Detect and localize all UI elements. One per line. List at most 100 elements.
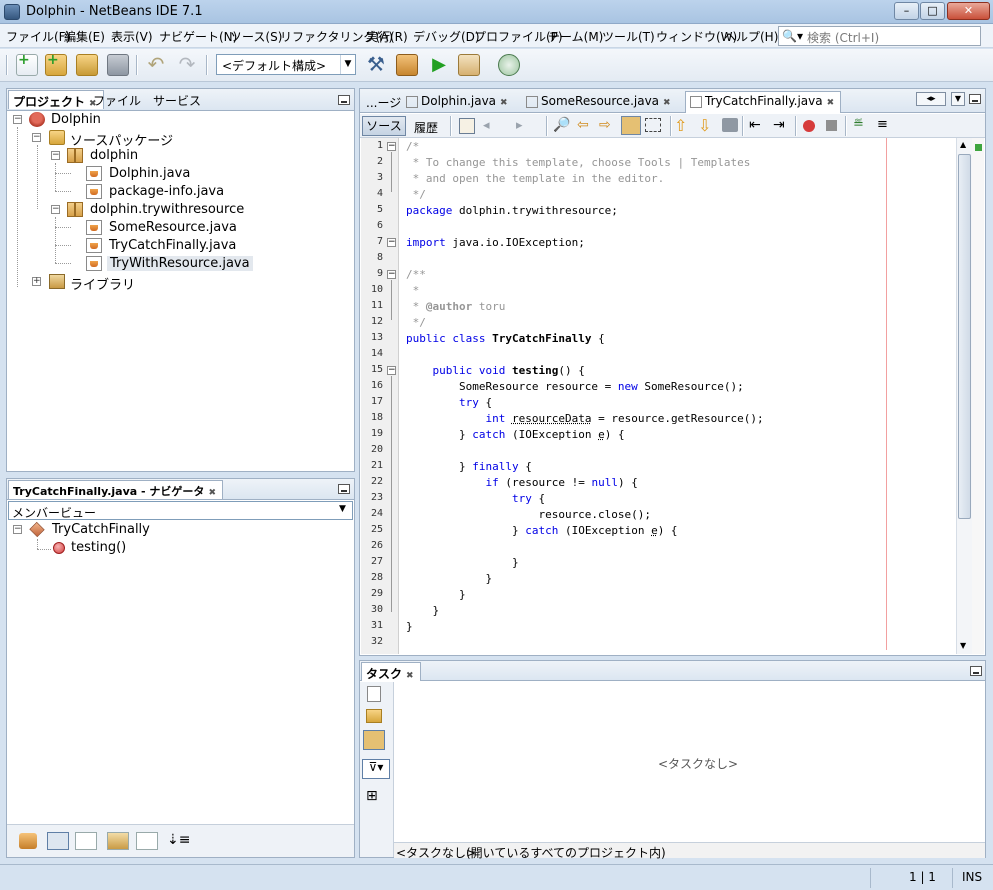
shift-right-icon[interactable]: ⇥ [773,117,785,133]
filter-nonpublic-icon[interactable] [107,832,129,850]
configuration-select[interactable]: <デフォルト構成> ▼ [216,54,356,75]
toggle-bookmark-icon[interactable] [722,118,738,132]
tree-node-file-someresource[interactable]: SomeResource.java [7,219,354,237]
scrollbar-thumb[interactable] [958,154,971,519]
scroll-down-icon[interactable]: ▼ [960,641,966,650]
uncomment-icon[interactable]: ≡ [877,117,888,132]
collapse-toggle-icon[interactable]: − [13,115,22,124]
filter-fields-icon[interactable] [47,832,69,850]
navigator-node-class[interactable]: − TryCatchFinally [7,521,354,539]
filter-inherited-icon[interactable] [136,832,158,850]
run-icon[interactable]: ▶ [428,54,450,76]
tab-tasks[interactable]: タスク ✖ [361,662,421,681]
menu-navigate[interactable]: ナビゲート(N) [159,28,237,45]
find-icon[interactable]: 🔎 [553,117,570,133]
menu-file[interactable]: ファイル(F) [6,28,70,45]
tab-list-icon[interactable]: ▼ [951,92,965,106]
close-tab-icon[interactable]: ✖ [827,98,835,108]
back-icon[interactable]: ◂ [483,118,499,134]
collapse-toggle-icon[interactable]: − [32,133,41,142]
minimize-panel-icon[interactable] [970,666,982,676]
minimize-button[interactable]: – [894,2,919,20]
tab-someresource-java[interactable]: SomeResource.java ✖ [522,92,677,111]
fold-toggle-icon[interactable]: − [387,238,396,247]
tab-files[interactable]: ファイル [89,90,147,109]
tab-dolphin-java[interactable]: Dolphin.java ✖ [402,92,514,111]
redo-icon[interactable]: ↷ [176,54,198,76]
tree-node-file-dolphin[interactable]: Dolphin.java [7,165,354,183]
tree-node-file-trywithresource[interactable]: TryWithResource.java [7,255,354,273]
scroll-tabs-icon[interactable]: ◂▸ [916,92,946,106]
minimize-panel-icon[interactable] [338,95,350,105]
editor-vertical-scrollbar[interactable]: ▲ ▼ [956,138,972,654]
find-previous-icon[interactable]: ⇦ [577,117,589,133]
tree-node-file-trycatchfinally[interactable]: TryCatchFinally.java [7,237,354,255]
collapse-toggle-icon[interactable]: − [51,205,60,214]
last-edit-icon[interactable] [459,118,475,134]
comment-icon[interactable]: ≝ [853,117,864,132]
source-view-button[interactable]: ソース [362,116,406,136]
history-view-button[interactable]: 履歴 [414,119,438,136]
start-macro-icon[interactable] [803,120,815,132]
debug-icon[interactable] [458,54,480,76]
filter-static-icon[interactable] [75,832,97,850]
tree-node-libraries[interactable]: + ライブラリ [7,273,354,293]
close-tab-icon[interactable]: ✖ [500,98,508,108]
tab-trycatchfinally-java[interactable]: TryCatchFinally.java ✖ [685,91,842,113]
toggle-highlight-icon[interactable] [621,116,641,135]
clean-build-icon[interactable] [396,54,418,76]
menu-tools[interactable]: ツール(T) [602,28,655,45]
tree-node-package-dolphin[interactable]: − dolphin [7,147,354,165]
menu-team[interactable]: チーム(M) [548,28,603,45]
menu-help[interactable]: ヘルプ(H) [724,28,778,45]
close-tab-icon[interactable]: ✖ [663,98,671,108]
fold-toggle-icon[interactable]: − [387,142,396,151]
current-file-scope-icon[interactable] [367,686,381,702]
stop-macro-icon[interactable] [826,120,837,131]
build-hammer-icon[interactable]: ⚒ [365,54,387,76]
tree-node-package-trywithresource[interactable]: − dolphin.trywithresource [7,201,354,219]
group-tasks-icon[interactable]: ⊞ [366,788,378,804]
maximize-editor-icon[interactable] [969,94,981,104]
tab-package-info[interactable]: ...ージ [362,92,407,111]
member-view-select[interactable]: メンバービュー ▼ [8,501,353,520]
scroll-up-icon[interactable]: ▲ [960,140,966,149]
menu-source[interactable]: ソース(S) [230,28,282,45]
close-button[interactable]: ✕ [947,2,990,20]
quick-search-input[interactable]: 🔍▾ 検索 (Ctrl+I) [778,26,981,46]
minimize-panel-icon[interactable] [338,484,350,494]
menu-debug[interactable]: デバッグ(D) [413,28,480,45]
shift-left-icon[interactable]: ⇤ [749,117,761,133]
collapse-toggle-icon[interactable]: − [13,525,22,534]
open-project-icon[interactable] [76,54,98,76]
profile-icon[interactable] [498,54,520,76]
maximize-button[interactable]: □ [920,2,945,20]
all-projects-scope-icon[interactable] [363,730,385,750]
tab-navigator[interactable]: TryCatchFinally.java - ナビゲータ ✖ [8,480,223,499]
expand-toggle-icon[interactable]: + [32,277,41,286]
close-tab-icon[interactable]: ✖ [208,488,216,498]
fold-toggle-icon[interactable]: − [387,366,396,375]
save-all-icon[interactable] [107,54,129,76]
menu-run[interactable]: 実行(R) [366,28,408,45]
fold-toggle-icon[interactable]: − [387,270,396,279]
sort-order-icon[interactable]: ⇣≡ [167,832,190,848]
tree-node-file-package-info[interactable]: package-info.java [7,183,354,201]
next-bookmark-icon[interactable]: ⇩ [698,116,711,135]
code-editor[interactable]: /* * To change this template, choose Too… [400,138,956,654]
collapse-toggle-icon[interactable]: − [51,151,60,160]
tab-services[interactable]: サービス [149,90,207,109]
main-project-scope-icon[interactable] [366,709,382,723]
navigator-node-method[interactable]: testing() [7,539,354,557]
menu-edit[interactable]: 編集(E) [64,28,105,45]
forward-icon[interactable]: ▸ [516,118,532,134]
new-file-icon[interactable]: + [16,52,38,76]
tree-node-source-packages[interactable]: − ソースパッケージ [7,129,354,149]
rect-select-icon[interactable] [645,118,661,132]
new-project-icon[interactable]: + [45,52,67,76]
find-next-icon[interactable]: ⇨ [599,117,611,133]
undo-icon[interactable]: ↶ [145,54,167,76]
sort-members-icon[interactable] [19,833,37,849]
menu-view[interactable]: 表示(V) [111,28,153,45]
prev-bookmark-icon[interactable]: ⇧ [674,116,687,135]
